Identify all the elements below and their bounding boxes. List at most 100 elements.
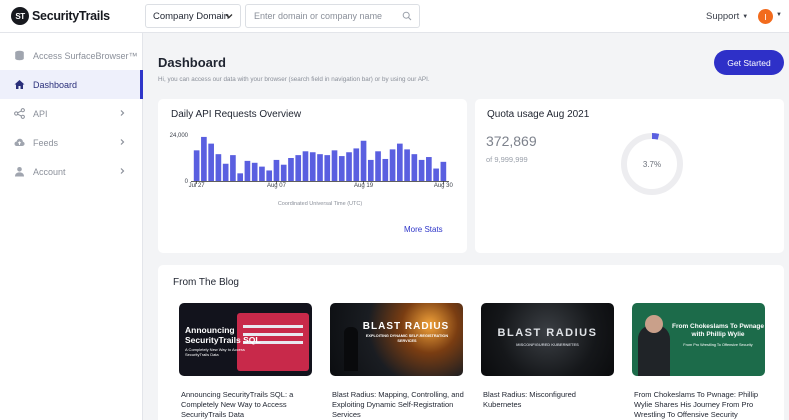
sidebar-item-account[interactable]: Account (0, 157, 143, 186)
chart-bar (309, 152, 316, 181)
sidebar-item-label: Account (33, 166, 66, 177)
chevron-down-icon (225, 14, 233, 19)
chart-bar (404, 149, 410, 181)
chart-bar (331, 150, 338, 181)
blog-title: From The Blog (173, 277, 239, 288)
thumb-subtitle: EXPLOITING DYNAMIC SELF-REGISTRATION SER… (365, 334, 449, 343)
chart-bar (237, 173, 244, 181)
thumb-subtitle: From Pro Wrestling To Offensive Security (683, 343, 753, 347)
chart-bar (433, 168, 439, 181)
quota-percent-label: 3.7% (643, 160, 661, 169)
quota-used-value: 372,869 (486, 133, 537, 149)
thumb-title: Announcing SecurityTrails SQL (185, 325, 261, 345)
quota-card-title: Quota usage Aug 2021 (487, 109, 590, 120)
blog-post-caption[interactable]: Blast Radius: Mapping, Controlling, and … (332, 390, 465, 420)
chart-bar (396, 143, 403, 181)
search-type-select[interactable]: Company Domain (145, 4, 241, 28)
thumb-shape (344, 327, 358, 371)
blog-thumbnail[interactable]: From Chokeslams To Pwnage with Phillip W… (632, 303, 765, 376)
sidebar-item-label: Dashboard (33, 79, 78, 90)
chart-x-tick-label: Jul 27 (189, 183, 206, 189)
search-icon[interactable] (402, 11, 412, 21)
chevron-right-icon (120, 168, 125, 174)
thumb-subtitle: A Completely New Way to Access SecurityT… (185, 347, 245, 357)
chart-bar (418, 159, 425, 181)
avatar[interactable]: I (758, 9, 773, 24)
support-label: Support (706, 11, 740, 22)
chart-x-tick-label: Aug 07 (267, 183, 287, 189)
sidebar-item-surfacebrowser[interactable]: Access SurfaceBrowser™ (0, 41, 143, 70)
chart-x-axis-label: Coordinated Universal Time (UTC) (278, 201, 363, 207)
chart-bar (244, 160, 251, 181)
chart-bar (440, 161, 447, 181)
chart-bar (389, 149, 396, 181)
blog-post-caption[interactable]: Announcing SecurityTrails SQL: a Complet… (181, 390, 314, 420)
blog-thumbnail[interactable]: Announcing SecurityTrails SQL A Complete… (179, 303, 312, 376)
chart-bar (324, 155, 331, 181)
quota-card: Quota usage Aug 2021 372,869 of 9,999,99… (475, 99, 784, 253)
chart-bar (259, 166, 265, 181)
chart-bar (230, 155, 236, 181)
chart-bar (251, 162, 258, 181)
chart-bar (426, 157, 432, 181)
chart-bar (346, 152, 352, 181)
sidebar-item-feeds[interactable]: Feeds (0, 128, 143, 157)
chart-bar (353, 148, 360, 181)
api-requests-card: Daily API Requests Overview 24,000 0 Jul 2… (158, 99, 467, 253)
blog-thumbnail[interactable]: BLAST RADIUS MISCONFIGURED KUBERNETES (481, 303, 614, 376)
sidebar-item-label: Access SurfaceBrowser™ (33, 50, 138, 61)
chart-bar (375, 151, 381, 181)
blog-thumbnail[interactable]: BLAST RADIUS EXPLOITING DYNAMIC SELF-REG… (330, 303, 463, 376)
get-started-button[interactable]: Get Started (714, 50, 784, 75)
chart-bar (317, 154, 323, 181)
chart-x-tick-label: Aug 30 (434, 183, 454, 189)
quota-limit-value: of 9,999,999 (486, 155, 528, 164)
thumb-title: BLAST RADIUS (497, 327, 598, 339)
chevron-right-icon (120, 110, 125, 116)
thumb-title: BLAST RADIUS (362, 321, 450, 332)
chart-bar (215, 154, 222, 181)
search-type-value: Company Domain (153, 10, 230, 22)
blog-card: From The Blog Announcing SecurityTrails … (158, 265, 784, 420)
brand-logo[interactable]: ST SecurityTrails (11, 7, 110, 25)
chart-bar (367, 159, 374, 181)
chevron-right-icon (120, 139, 125, 145)
blog-post-caption[interactable]: Blast Radius: Misconfigured Kubernetes (483, 390, 616, 410)
donut-usage-arc (651, 133, 660, 140)
search-input[interactable] (246, 5, 396, 27)
share-nodes-icon (14, 108, 25, 119)
thumb-title: From Chokeslams To Pwnage with Phillip W… (672, 323, 764, 338)
user-icon (15, 167, 24, 177)
search-box[interactable] (245, 4, 420, 28)
brand-name: SecurityTrails (32, 9, 110, 23)
blog-post-caption[interactable]: From Chokeslams To Pwnage: Phillip Wylie… (634, 390, 767, 420)
logo-mark-icon: ST (11, 7, 29, 25)
thumb-subtitle: MISCONFIGURED KUBERNETES (516, 342, 579, 347)
chart-bar (411, 154, 418, 181)
home-icon (14, 80, 25, 89)
sidebar-item-dashboard[interactable]: Dashboard (0, 70, 143, 99)
sidebar-item-label: Feeds (33, 137, 59, 148)
thumb-shape (645, 315, 663, 333)
page-subtitle: Hi, you can access our data with your br… (158, 76, 430, 83)
database-icon (15, 50, 24, 61)
chart-bar (222, 163, 229, 181)
more-stats-link[interactable]: More Stats (404, 225, 443, 234)
page-title: Dashboard (158, 55, 226, 70)
chart-bar (193, 150, 200, 181)
caret-down-icon[interactable]: ▼ (776, 12, 782, 18)
chart-y-tick-label: 24,000 (170, 133, 189, 139)
chart-x-tick-label: Aug 19 (354, 183, 374, 189)
top-navbar: ST SecurityTrails Company Domain Support… (0, 0, 789, 33)
chart-bar (208, 143, 214, 181)
chart-bar (295, 155, 302, 181)
chart-bar (338, 156, 345, 181)
chart-bar (273, 159, 280, 181)
sidebar-item-label: API (33, 108, 48, 119)
sidebar-item-api[interactable]: API (0, 99, 143, 128)
api-requests-chart: 24,0000Jul 27 Aug 07 Aug 19 Aug 30Coordinat… (170, 133, 454, 207)
chart-bar (201, 136, 207, 181)
support-menu[interactable]: Support ▼ (706, 11, 748, 22)
quota-donut-chart: 3.7% (621, 133, 683, 195)
sidebar: Access SurfaceBrowser™ Dashboard API Fee… (0, 33, 143, 420)
